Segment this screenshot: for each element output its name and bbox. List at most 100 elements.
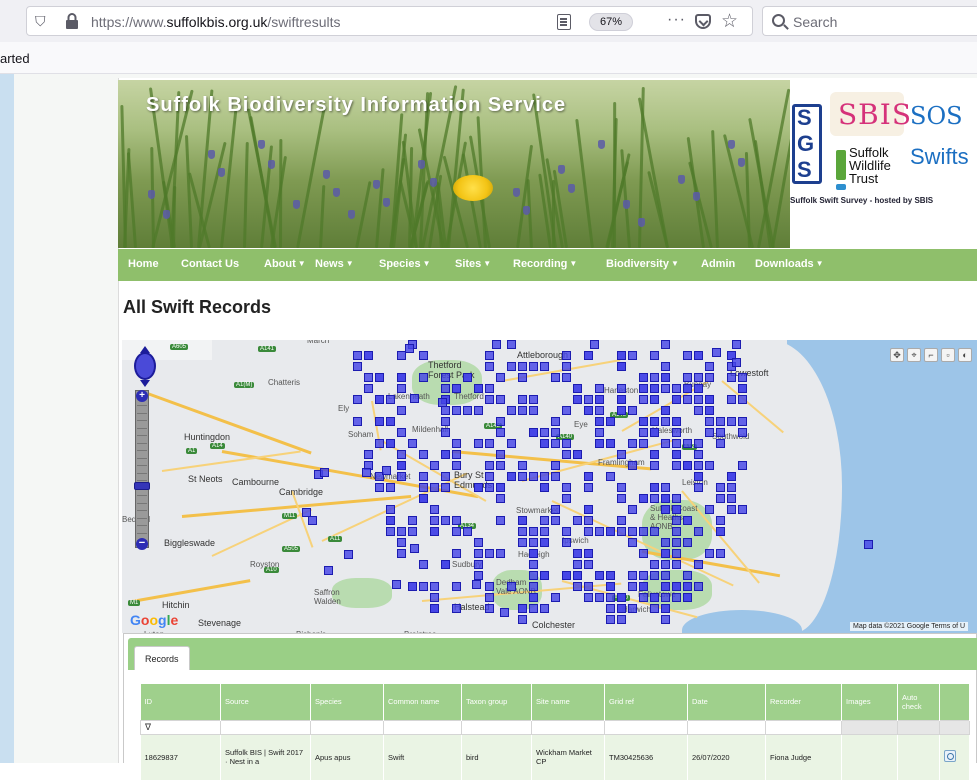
cell-actions[interactable] [939, 734, 970, 780]
record-marker [584, 549, 593, 558]
nav-biodiversity[interactable]: Biodiversity ▼ [606, 258, 679, 270]
road-number-badge: A141 [258, 346, 277, 352]
column-source[interactable]: Source [220, 684, 311, 720]
record-marker [496, 373, 505, 382]
records-map[interactable]: MarchAttleboroughThetford Forest ParkThe… [122, 340, 977, 633]
google-logo[interactable]: Google [130, 612, 178, 628]
bluebell-flower [348, 210, 355, 219]
url-text[interactable]: https://www.suffolkbis.org.uk/swiftresul… [91, 14, 341, 30]
url-bar[interactable]: ⛉ https://www.suffolkbis.org.uk/swiftres… [26, 6, 753, 36]
record-marker [727, 494, 736, 503]
filter-cell [939, 719, 970, 735]
reader-view-icon[interactable] [557, 14, 571, 30]
bluebell-flower [598, 140, 605, 149]
record-marker [507, 439, 516, 448]
nav-contact-us[interactable]: Contact Us [181, 258, 239, 270]
record-marker [617, 615, 626, 624]
nav-sites[interactable]: Sites ▼ [455, 258, 491, 270]
record-marker [639, 384, 648, 393]
town-label: Cambridge [279, 487, 324, 497]
nav-downloads[interactable]: Downloads ▼ [755, 258, 824, 270]
map-select-tool-icon[interactable]: ⌖ [907, 348, 921, 362]
record-marker [430, 505, 439, 514]
lock-icon[interactable] [65, 13, 79, 29]
map-line-tool-icon[interactable]: ⌐ [924, 348, 938, 362]
record-marker [661, 549, 670, 558]
bluebell-flower [293, 200, 300, 209]
filter-cell[interactable] [765, 719, 842, 735]
filter-cell[interactable] [531, 719, 605, 735]
zoom-tick [137, 427, 147, 429]
view-record-icon[interactable] [944, 750, 956, 763]
bookmark-star-icon[interactable]: ☆ [721, 10, 738, 33]
record-marker [562, 439, 571, 448]
record-marker [562, 351, 571, 360]
pan-down-icon[interactable] [140, 380, 150, 387]
zoom-out-button[interactable]: − [136, 538, 148, 550]
record-marker [650, 351, 659, 360]
page-left-panel [0, 74, 14, 763]
record-marker [562, 483, 571, 492]
map-pan-tool-icon[interactable]: ✥ [890, 348, 904, 362]
bluebell-flower [208, 150, 215, 159]
record-marker [353, 417, 362, 426]
record-marker [529, 406, 538, 415]
filter-cell[interactable] [310, 719, 384, 735]
column-id[interactable]: ID [140, 684, 221, 720]
record-marker [705, 395, 714, 404]
zoom-in-button[interactable]: + [136, 390, 148, 402]
column-species[interactable]: Species [310, 684, 384, 720]
nav-about[interactable]: About ▼ [264, 258, 306, 270]
filter-cell[interactable] [687, 719, 766, 735]
filter-cell[interactable] [220, 719, 311, 735]
shield-icon[interactable]: ⛉ [35, 13, 49, 29]
browser-toolbar: ⛉ https://www.suffolkbis.org.uk/swiftres… [0, 0, 977, 42]
record-marker [430, 516, 439, 525]
column-images[interactable]: Images [841, 684, 898, 720]
zoom-level-badge[interactable]: 67% [589, 13, 633, 31]
record-marker [606, 604, 615, 613]
pan-circle-icon[interactable] [134, 352, 156, 380]
column-common-name[interactable]: Common name [383, 684, 462, 720]
filter-cell[interactable] [604, 719, 688, 735]
nav-admin[interactable]: Admin [701, 258, 735, 270]
nav-species[interactable]: Species ▼ [379, 258, 431, 270]
column-taxon-group[interactable]: Taxon group [461, 684, 532, 720]
column-date[interactable]: Date [687, 684, 766, 720]
nav-news[interactable]: News ▼ [315, 258, 354, 270]
filter-cell[interactable] [461, 719, 532, 735]
zoom-slider-handle[interactable] [134, 482, 150, 490]
map-pan-control[interactable] [132, 346, 158, 387]
record-marker [617, 527, 626, 536]
pocket-icon[interactable] [695, 14, 711, 29]
map-attribution[interactable]: Map data ©2021 Google Terms of U [850, 622, 969, 631]
record-marker [694, 483, 703, 492]
column-recorder[interactable]: Recorder [765, 684, 842, 720]
town-label: Framlingham [598, 458, 645, 467]
record-marker [639, 494, 648, 503]
column-grid-ref[interactable]: Grid ref [604, 684, 688, 720]
zoom-tick [137, 525, 147, 526]
record-marker [485, 439, 494, 448]
more-actions-icon[interactable]: ··· [667, 11, 686, 29]
record-marker [419, 373, 428, 382]
column-site-name[interactable]: Site name [531, 684, 605, 720]
search-input[interactable]: Search [762, 6, 977, 36]
filter-icon[interactable]: ∇ [145, 722, 151, 732]
nav-recording[interactable]: Recording ▼ [513, 258, 577, 270]
map-point-tool-icon[interactable]: ▫ [941, 348, 955, 362]
record-marker [441, 428, 450, 437]
map-zoom-bar[interactable] [135, 390, 149, 548]
tab-records[interactable]: Records [134, 646, 190, 670]
record-marker [485, 483, 494, 492]
bookmark-item[interactable]: arted [0, 51, 30, 66]
table-row[interactable]: 18629837 Suffolk BIS | Swift 2017 · Nest… [140, 734, 970, 780]
nav-home[interactable]: Home [128, 258, 159, 270]
filter-cell[interactable] [383, 719, 462, 735]
record-marker [405, 344, 414, 353]
column-auto-check[interactable]: Auto check [897, 684, 940, 720]
site-title[interactable]: Suffolk Biodiversity Information Service [146, 94, 566, 117]
record-marker [551, 373, 560, 382]
record-marker [551, 428, 560, 437]
map-layer-tool-icon[interactable]: ◐ [958, 348, 972, 362]
